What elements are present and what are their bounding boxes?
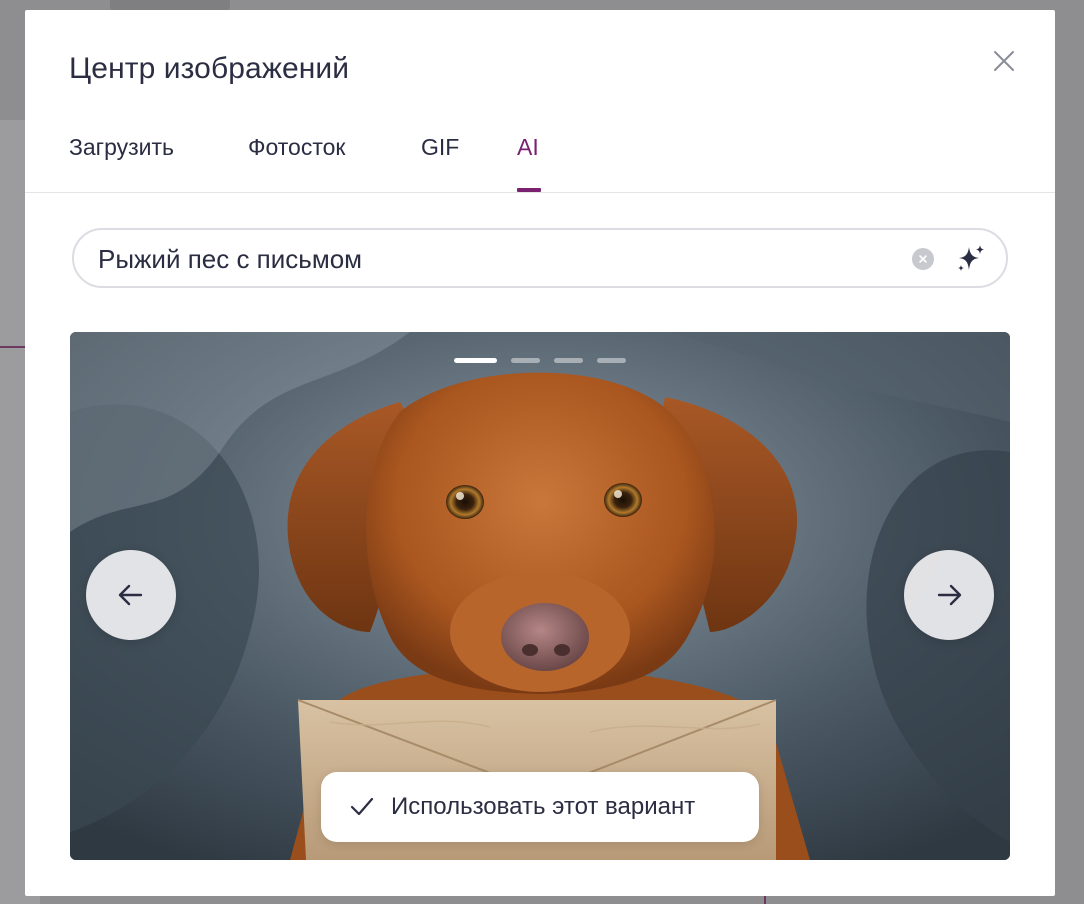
tab-upload[interactable]: Загрузить xyxy=(69,134,174,192)
tab-photostock[interactable]: Фотосток xyxy=(248,134,345,192)
slide-dot-4[interactable] xyxy=(597,358,626,363)
prompt-input[interactable] xyxy=(96,230,880,288)
image-carousel: Использовать этот вариант xyxy=(70,332,1010,860)
arrow-right-icon xyxy=(937,584,962,606)
slide-dot-1[interactable] xyxy=(454,358,497,363)
clear-icon xyxy=(919,255,927,263)
arrow-left-icon xyxy=(118,584,143,606)
tab-gif[interactable]: GIF xyxy=(421,134,459,192)
clear-button[interactable] xyxy=(912,248,934,270)
slide-dot-3[interactable] xyxy=(554,358,583,363)
modal-title: Центр изображений xyxy=(69,52,350,85)
checkmark-icon xyxy=(349,794,375,820)
close-button[interactable] xyxy=(989,46,1019,76)
use-this-variant-label: Использовать этот вариант xyxy=(391,793,696,820)
previous-slide-button[interactable] xyxy=(86,550,176,640)
generate-button[interactable] xyxy=(954,242,988,276)
tab-ai[interactable]: AI xyxy=(517,134,539,192)
next-slide-button[interactable] xyxy=(904,550,994,640)
slide-dot-2[interactable] xyxy=(511,358,540,363)
backdrop-accent-line xyxy=(0,346,26,348)
image-center-modal: Центр изображений Загрузить Фотосток GIF… xyxy=(25,10,1055,896)
tabs-divider xyxy=(25,192,1055,193)
sparkles-icon xyxy=(958,245,984,271)
close-icon xyxy=(994,51,1014,71)
use-this-variant-button[interactable]: Использовать этот вариант xyxy=(321,772,759,842)
prompt-search-bar xyxy=(72,228,1008,288)
backdrop-accent-line-bottom xyxy=(764,896,766,904)
